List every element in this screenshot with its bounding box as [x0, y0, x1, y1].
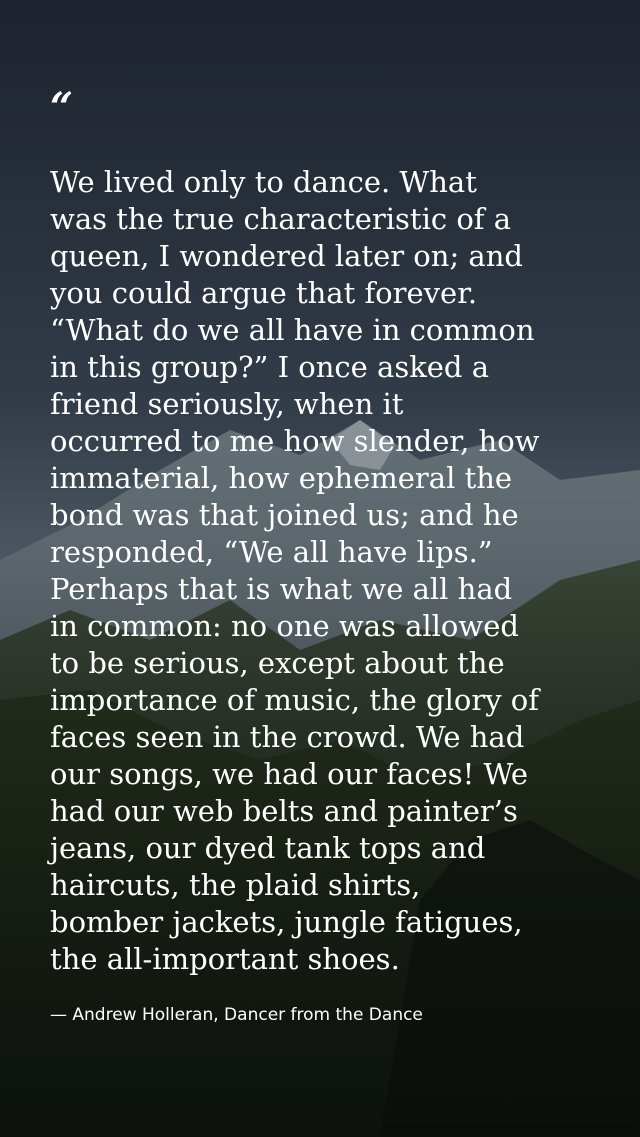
quote-mark-icon: “	[50, 84, 73, 131]
quote-text: We lived only to dance. What was the tru…	[50, 165, 540, 976]
quote-card: “ We lived only to dance. What was the t…	[50, 88, 610, 1026]
quote-attribution: — Andrew Holleran, Dancer from the Dance	[50, 1005, 423, 1025]
